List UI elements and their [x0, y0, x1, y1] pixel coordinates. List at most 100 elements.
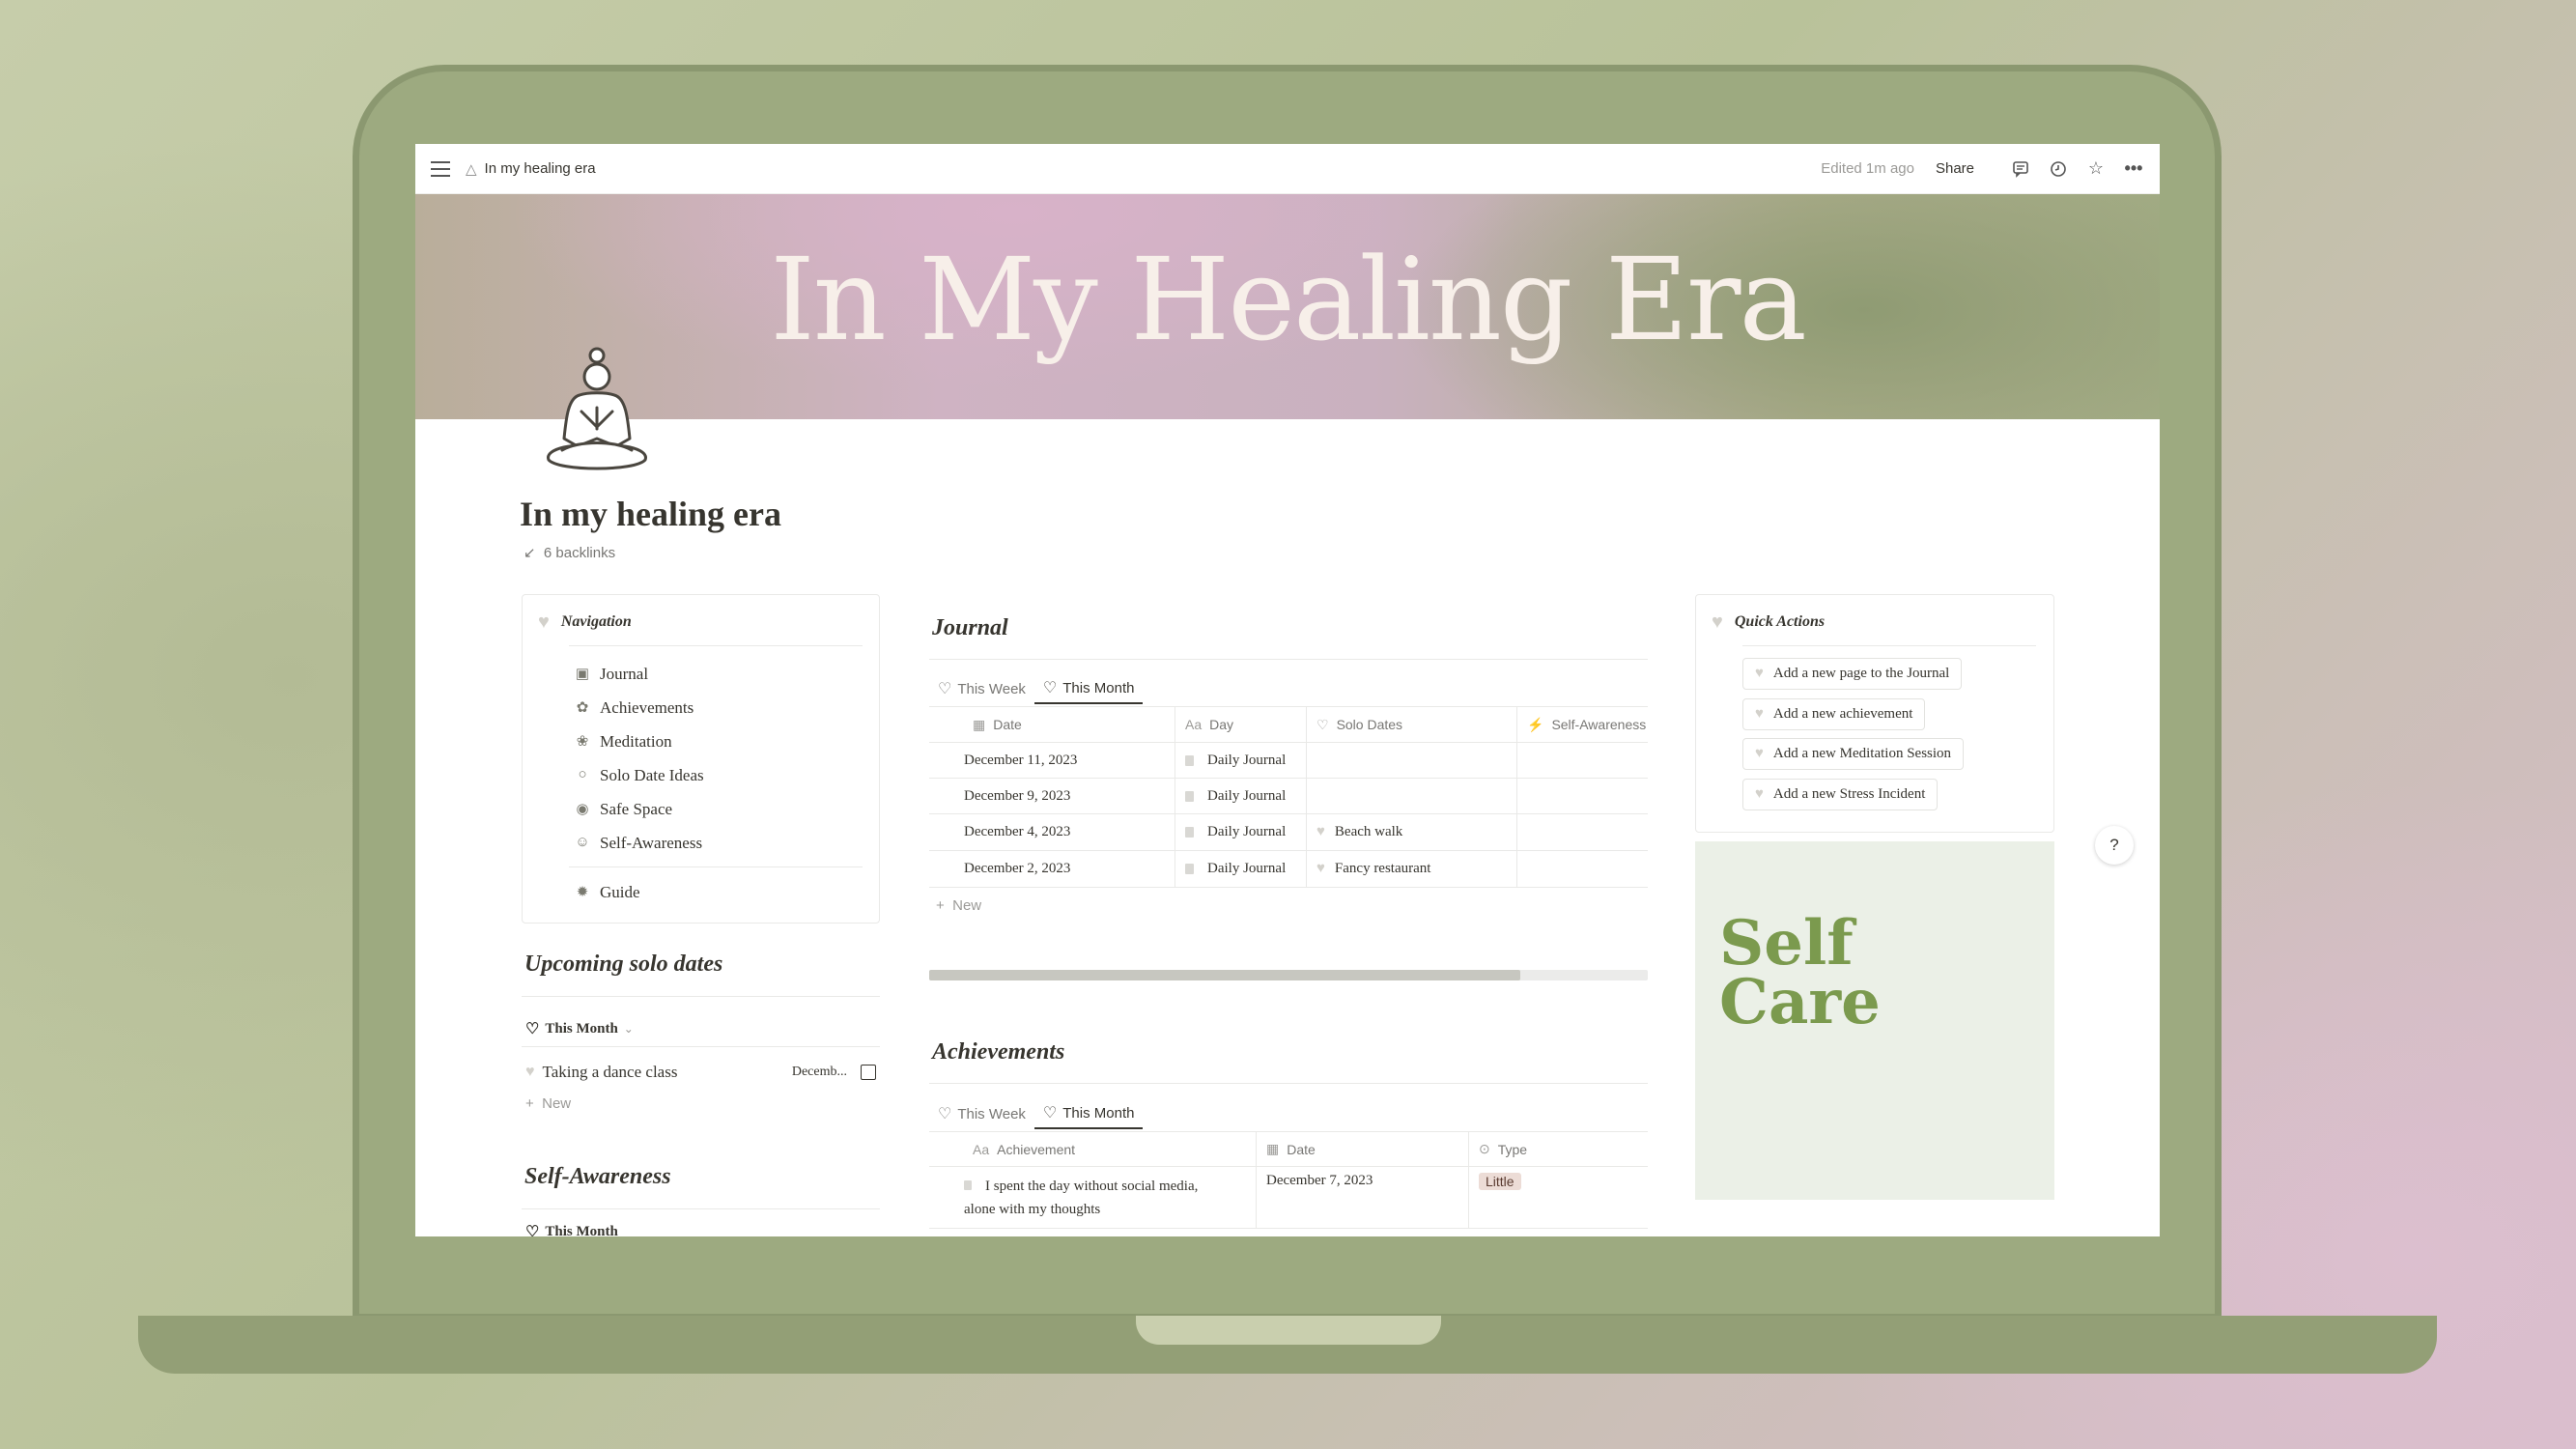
cover-image: In My Healing Era: [415, 194, 2160, 419]
divider: [522, 1046, 880, 1047]
table-row[interactable]: I spent the day without social media, al…: [929, 1167, 1648, 1229]
type-tag: Little: [1479, 1173, 1521, 1190]
divider: [522, 1208, 880, 1209]
tab-this-month[interactable]: ♡ This Month: [1033, 1098, 1144, 1129]
comment-icon[interactable]: [2010, 158, 2031, 180]
horizontal-scrollbar[interactable]: [929, 970, 1648, 980]
walking-icon: ○: [578, 767, 587, 782]
column-header-solo-dates[interactable]: ♡ Solo Dates: [1307, 707, 1517, 742]
nav-item-meditation[interactable]: ❀ Meditation: [573, 724, 704, 758]
menu-icon[interactable]: [431, 160, 450, 177]
cell-solo-dates: [1307, 779, 1517, 813]
column-header-self-awareness[interactable]: ⚡ Self-Awareness: [1517, 707, 1648, 742]
calendar-icon: ▦: [1266, 1141, 1280, 1156]
nav-item-achievements[interactable]: ✿ Achievements: [573, 691, 704, 724]
nav-item-journal[interactable]: ▣ Journal: [573, 657, 704, 691]
heart-icon: ♥: [1755, 706, 1764, 722]
checkbox[interactable]: [861, 1065, 876, 1080]
add-meditation-session-button[interactable]: ♥ Add a new Meditation Session: [1742, 738, 1965, 770]
divider: [1742, 645, 2036, 646]
day-label: Daily Journal: [1207, 787, 1287, 804]
heart-outline-icon: ♡: [525, 1224, 540, 1236]
select-property-icon: ⊙: [1479, 1141, 1490, 1156]
add-journal-page-button[interactable]: ♥ Add a new page to the Journal: [1742, 658, 1963, 690]
column-header-date[interactable]: ▦ Date: [1257, 1132, 1469, 1166]
add-achievement-button[interactable]: ♥ Add a new achievement: [1742, 698, 1926, 730]
more-icon[interactable]: •••: [2123, 158, 2144, 180]
heart-outline-icon: ♡: [1042, 680, 1058, 696]
tab-this-week[interactable]: ♡ This Week: [929, 673, 1034, 704]
notion-window: △ In my healing era Edited 1m ago Share …: [415, 144, 2160, 1236]
scrollbar-thumb[interactable]: [929, 970, 1520, 980]
calendar-icon: ▦: [973, 716, 986, 732]
nav-label: Solo Date Ideas: [600, 765, 704, 784]
heart-icon: ♥: [1316, 861, 1325, 876]
heart-icon: ♥: [1712, 611, 1723, 633]
nav-item-solo-date-ideas[interactable]: ○ Solo Date Ideas: [573, 758, 704, 792]
clock-icon[interactable]: [2048, 158, 2069, 180]
solo-date-title: Taking a dance class: [542, 1063, 678, 1081]
table-row[interactable]: December 4, 2023 Daily Journal ♥ Beach wa…: [929, 814, 1648, 851]
tab-label: This Month: [545, 1223, 618, 1237]
new-label: New: [952, 897, 982, 914]
heart-icon: ♥: [1755, 666, 1764, 681]
column-label: Type: [1497, 1141, 1528, 1157]
heart-outline-icon: ♡: [1316, 716, 1329, 732]
heart-icon: ♥: [1755, 786, 1764, 802]
nav-item-self-awareness[interactable]: ☺ Self-Awareness: [573, 826, 704, 860]
tab-this-week[interactable]: ♡ This Week: [929, 1098, 1034, 1129]
journal-title: Journal: [932, 615, 1008, 640]
laptop-notch: [1136, 1316, 1441, 1345]
backlinks-link[interactable]: ↙ 6 backlinks: [524, 544, 615, 561]
cell-date: December 11, 2023: [929, 743, 1175, 778]
breadcrumb[interactable]: In my healing era: [485, 160, 596, 177]
tab-this-month[interactable]: ♡ This Month: [1033, 673, 1144, 704]
help-button[interactable]: ?: [2095, 826, 2134, 865]
cell-self-awareness: [1517, 743, 1648, 778]
nav-item-safe-space[interactable]: ◉ Safe Space: [573, 792, 704, 826]
achievement-text: alone with my thoughts: [964, 1201, 1101, 1217]
button-label: Add a new page to the Journal: [1772, 666, 1950, 681]
new-item-button[interactable]: + New: [525, 1095, 571, 1112]
cell-day: Daily Journal: [1175, 814, 1307, 850]
button-label: Add a new achievement: [1772, 706, 1913, 722]
table-row[interactable]: December 11, 2023 Daily Journal: [929, 743, 1648, 779]
star-icon[interactable]: ☆: [2085, 158, 2107, 180]
column-header-achievement[interactable]: Aa Achievement: [929, 1132, 1257, 1166]
achievements-tabs: ♡ This Week ♡ This Month: [929, 1098, 1144, 1129]
cell-achievement: I spent the day without social media, al…: [929, 1167, 1257, 1228]
solo-date-link[interactable]: Beach walk: [1335, 824, 1402, 840]
nav-label: Journal: [600, 664, 649, 683]
nav-item-guide[interactable]: ✹ Guide: [573, 875, 640, 909]
upcoming-solo-dates-title: Upcoming solo dates: [524, 952, 723, 977]
nav-label: Guide: [600, 882, 640, 901]
divider: [929, 1083, 1648, 1084]
tab-label: This Month: [1062, 679, 1135, 696]
new-label: New: [542, 1095, 572, 1112]
quick-actions-callout: ♥ Quick Actions ♥ Add a new page to the J…: [1695, 594, 2054, 833]
tab-label: This Week: [957, 680, 1026, 697]
tab-this-month[interactable]: ♡ This Month: [525, 1222, 618, 1237]
meditation-page-icon: △: [466, 160, 477, 178]
column-header-date[interactable]: ▦ Date: [929, 707, 1175, 742]
button-label: Add a new Stress Incident: [1772, 786, 1926, 802]
page-icon: [1185, 827, 1194, 838]
cell-self-awareness: [1517, 779, 1648, 813]
share-button[interactable]: Share: [1936, 160, 1974, 177]
add-stress-incident-button[interactable]: ♥ Add a new Stress Incident: [1742, 779, 1939, 810]
tab-this-month[interactable]: ♡ This Month ⌄: [525, 1013, 634, 1044]
solo-date-link[interactable]: Fancy restaurant: [1335, 861, 1431, 877]
tab-label: This Month: [545, 1020, 618, 1037]
new-row-button[interactable]: + New: [936, 897, 981, 914]
text-property-icon: Aa: [1185, 717, 1203, 732]
column-header-type[interactable]: ⊙ Type: [1469, 1132, 1648, 1166]
nav-label: Safe Space: [600, 799, 673, 818]
table-row[interactable]: December 2, 2023 Daily Journal ♥ Fancy re…: [929, 851, 1648, 888]
page-icon: [1185, 790, 1194, 802]
table-row[interactable]: December 9, 2023 Daily Journal: [929, 779, 1648, 814]
cell-date: December 7, 2023: [1257, 1167, 1469, 1228]
self-care-line: Self: [1719, 907, 1854, 980]
column-header-day[interactable]: Aa Day: [1175, 707, 1307, 742]
heart-icon: ♥: [525, 1064, 535, 1080]
list-item[interactable]: ♥ Taking a dance class Decemb...: [522, 1055, 880, 1090]
